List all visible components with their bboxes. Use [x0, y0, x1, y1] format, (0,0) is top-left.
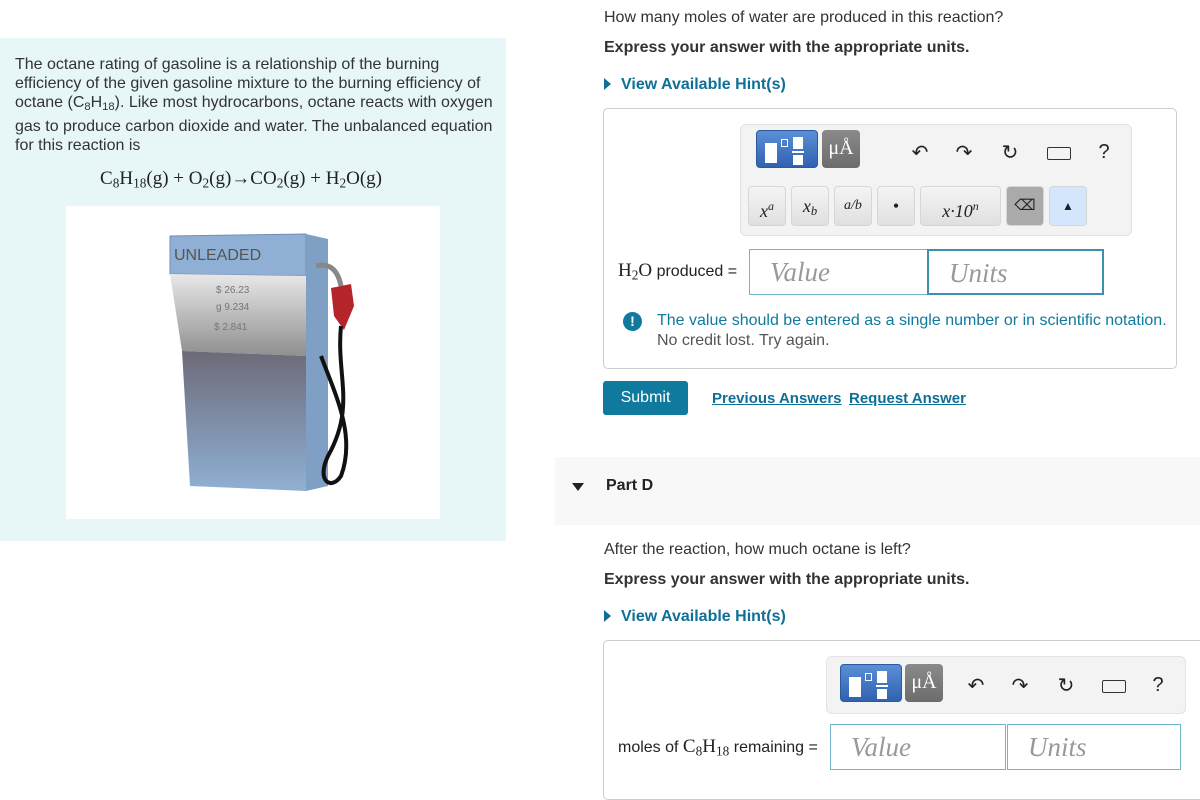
templates-button[interactable]	[756, 130, 818, 168]
svg-text:$ 2.841: $ 2.841	[214, 322, 248, 333]
superscript-key[interactable]: xa	[748, 186, 786, 226]
question-text: How many moles of water are produced in …	[604, 9, 1004, 26]
caret-right-icon	[604, 78, 611, 90]
svg-text:UNLEADED: UNLEADED	[174, 247, 261, 264]
answer-label: H2O produced =	[618, 260, 738, 283]
help-button[interactable]: ?	[1144, 674, 1172, 697]
submit-button[interactable]: Submit	[603, 381, 688, 415]
template-icon	[765, 143, 777, 163]
backspace-key[interactable]: ⌫	[1006, 186, 1044, 226]
view-hints-link[interactable]: View Available Hint(s)	[604, 608, 786, 626]
part-d-header[interactable]: Part D	[555, 457, 1200, 525]
reaction-equation: C8H18(g) + O2(g)→CO2(g) + H2O(g)	[100, 168, 382, 191]
svg-text:$ 26.23: $ 26.23	[216, 285, 250, 296]
undo-icon[interactable]: ↶	[962, 673, 990, 698]
fraction-key[interactable]: a/b	[834, 186, 872, 226]
units-button[interactable]: μÅ	[822, 130, 860, 168]
feedback-subtext: No credit lost. Try again.	[657, 332, 830, 349]
instruction-text: Express your answer with the appropriate…	[604, 571, 970, 588]
value-input[interactable]: Value	[830, 724, 1006, 770]
help-button[interactable]: ?	[1090, 141, 1118, 164]
units-input[interactable]: Units	[1007, 724, 1181, 770]
gas-pump-image: UNLEADED $ 26.23 g 9.234 $ 2.841	[66, 206, 440, 519]
keyboard-icon[interactable]	[1047, 147, 1071, 160]
fraction-key-label: a/b	[844, 198, 862, 213]
reset-icon[interactable]: ↻	[1052, 673, 1080, 698]
alert-icon: !	[623, 312, 642, 331]
answer-label: moles of C8H18 remaining =	[618, 736, 818, 759]
units-input[interactable]: Units	[927, 249, 1104, 295]
intro-text: The octane rating of gasoline is a relat…	[15, 56, 493, 154]
keyboard-toggle-key[interactable]: ▲	[1049, 186, 1087, 226]
templates-button[interactable]	[840, 664, 902, 702]
caret-down-icon	[572, 483, 584, 491]
question-text: After the reaction, how much octane is l…	[604, 541, 911, 558]
redo-icon[interactable]: ↷	[950, 140, 978, 165]
redo-icon[interactable]: ↷	[1006, 673, 1034, 698]
scientific-notation-key[interactable]: x·10n	[920, 186, 1001, 226]
previous-answers-link[interactable]: Previous Answers	[712, 390, 842, 407]
svg-text:g 9.234: g 9.234	[216, 302, 250, 313]
request-answer-link[interactable]: Request Answer	[849, 390, 966, 407]
undo-icon[interactable]: ↶	[906, 140, 934, 165]
feedback-text: The value should be entered as a single …	[657, 312, 1167, 329]
units-button[interactable]: μÅ	[905, 664, 943, 702]
part-title: Part D	[606, 477, 654, 494]
dot-key[interactable]: •	[877, 186, 915, 226]
template-icon	[849, 677, 861, 697]
problem-intro-panel: The octane rating of gasoline is a relat…	[0, 38, 506, 541]
value-input[interactable]: Value	[749, 249, 928, 295]
instruction-text: Express your answer with the appropriate…	[604, 39, 970, 56]
view-hints-link[interactable]: View Available Hint(s)	[604, 76, 786, 94]
keyboard-icon[interactable]	[1102, 680, 1126, 693]
reset-icon[interactable]: ↻	[996, 140, 1024, 165]
subscript-key[interactable]: xb	[791, 186, 829, 226]
caret-right-icon	[604, 610, 611, 622]
